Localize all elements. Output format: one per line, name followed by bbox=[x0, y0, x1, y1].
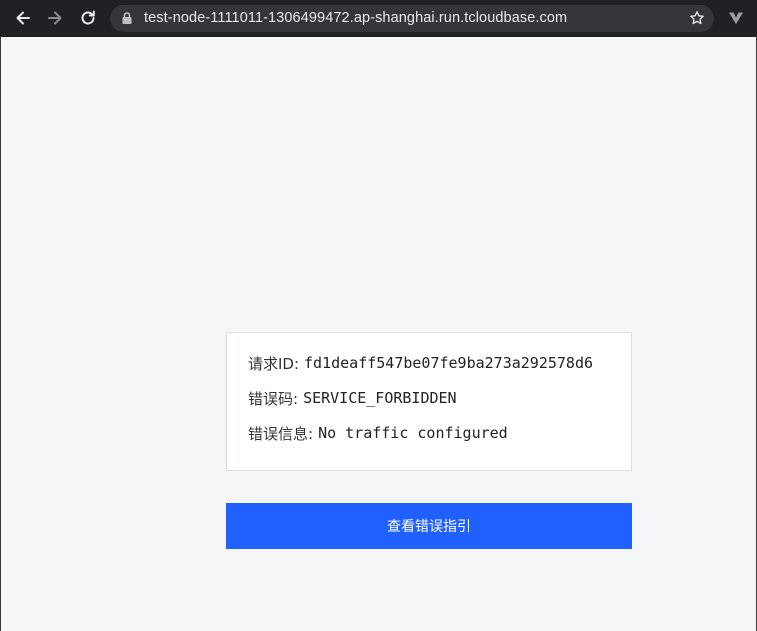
error-message-label: 错误信息: bbox=[248, 424, 314, 443]
address-bar[interactable]: test-node-1111011-1306499472.ap-shanghai… bbox=[110, 5, 714, 32]
star-icon[interactable] bbox=[689, 10, 705, 26]
back-icon[interactable] bbox=[12, 7, 34, 29]
error-details-card: 请求ID: fd1deaff547be07fe9ba273a292578d6 错… bbox=[226, 332, 632, 471]
error-message-row: 错误信息: No traffic configured bbox=[248, 423, 508, 443]
browser-toolbar: test-node-1111011-1306499472.ap-shanghai… bbox=[0, 0, 757, 37]
page-content: 请求ID: fd1deaff547be07fe9ba273a292578d6 错… bbox=[0, 37, 757, 631]
request-id-value: fd1deaff547be07fe9ba273a292578d6 bbox=[304, 354, 594, 372]
forward-icon[interactable] bbox=[44, 7, 66, 29]
view-error-guide-button[interactable]: 查看错误指引 bbox=[226, 503, 632, 549]
reload-icon[interactable] bbox=[77, 7, 99, 29]
lock-icon[interactable] bbox=[120, 11, 134, 25]
url-text[interactable]: test-node-1111011-1306499472.ap-shanghai… bbox=[144, 10, 567, 26]
request-id-label: 请求ID: bbox=[248, 354, 300, 373]
request-id-row: 请求ID: fd1deaff547be07fe9ba273a292578d6 bbox=[248, 353, 593, 373]
error-message-value: No traffic configured bbox=[318, 424, 508, 442]
error-code-row: 错误码: SERVICE_FORBIDDEN bbox=[248, 388, 457, 408]
error-code-value: SERVICE_FORBIDDEN bbox=[303, 389, 457, 407]
error-code-label: 错误码: bbox=[248, 389, 299, 408]
extension-icon[interactable] bbox=[727, 9, 745, 27]
